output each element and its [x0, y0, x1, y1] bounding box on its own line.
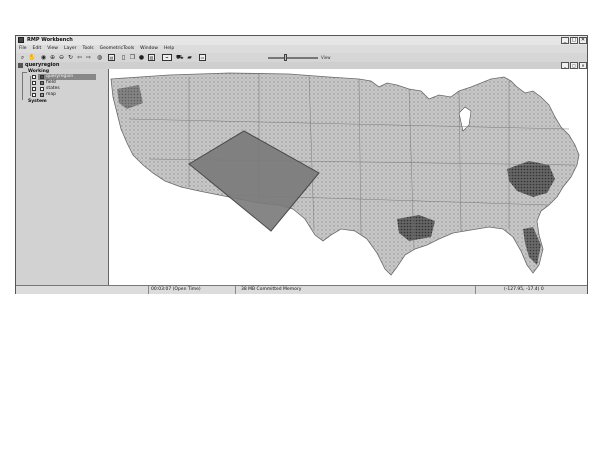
app-icon: [18, 37, 24, 43]
menu-layer[interactable]: Layer: [61, 45, 80, 53]
ruler-icon[interactable]: ═: [162, 54, 172, 61]
magnify-icon[interactable]: ⌕: [19, 54, 26, 61]
window-icon[interactable]: ▭: [199, 54, 206, 61]
layer-swatch: [40, 81, 44, 85]
tree-connector: [30, 76, 31, 96]
layer-swatch: [40, 75, 44, 79]
zoom-slider-thumb[interactable]: [284, 54, 287, 61]
doc-close-button[interactable]: ✕: [579, 62, 587, 69]
globe-icon[interactable]: ◉: [40, 54, 47, 61]
pan-hand-icon[interactable]: ✋: [28, 54, 35, 61]
minimize-button[interactable]: _: [561, 37, 569, 44]
status-coordinates: (-127.95, -17.4) 0: [504, 287, 544, 292]
tree-connector: [22, 72, 27, 73]
info-icon[interactable]: ●: [138, 54, 145, 61]
menu-geometric-tools[interactable]: GeometricTools: [97, 45, 138, 53]
layer-swatch: [40, 93, 44, 97]
document-icon: [18, 63, 23, 68]
stack-icon[interactable]: ▰: [186, 54, 193, 61]
us-map-canvas[interactable]: [109, 69, 587, 285]
tree-node-system[interactable]: System: [28, 99, 47, 105]
layer-checkbox[interactable]: [32, 81, 36, 85]
identify-icon[interactable]: ◍: [96, 54, 103, 61]
back-arrow-icon[interactable]: ⇦: [76, 54, 83, 61]
layer-swatch: [40, 87, 44, 91]
menu-window[interactable]: Window: [137, 45, 161, 53]
save-icon[interactable]: ▤: [108, 54, 115, 61]
app-window: RMP Workbench _ ▢ ✕ File Edit View Layer…: [15, 35, 588, 294]
tree-connector: [22, 72, 23, 100]
zoom-out-icon[interactable]: ⊖: [58, 54, 65, 61]
zoom-slider-track[interactable]: [268, 57, 318, 59]
layer-tree-panel: Working queryregion field states map Sys…: [16, 69, 109, 285]
status-bar: 00:03:07 (Open Time) 38 MB Committed Mem…: [16, 285, 587, 294]
forward-arrow-icon[interactable]: ⇨: [85, 54, 92, 61]
doc-minimize-button[interactable]: _: [561, 62, 569, 69]
close-button[interactable]: ✕: [579, 37, 587, 44]
layer-checkbox[interactable]: [32, 93, 36, 97]
menu-edit[interactable]: Edit: [30, 45, 45, 53]
zoom-in-icon[interactable]: ⊕: [49, 54, 56, 61]
status-empty-cell: [16, 286, 149, 294]
page-icon[interactable]: ▯: [120, 54, 127, 61]
doc-maximize-button[interactable]: ▢: [570, 62, 578, 69]
menu-help[interactable]: Help: [161, 45, 177, 53]
menu-view[interactable]: View: [44, 45, 61, 53]
window-title: RMP Workbench: [27, 37, 73, 43]
layer-checkbox[interactable]: [32, 87, 36, 91]
status-memory: 38 MB Committed Memory: [236, 286, 476, 294]
maximize-button[interactable]: ▢: [570, 37, 578, 44]
layer-checkbox[interactable]: [32, 75, 36, 79]
map-view[interactable]: [109, 69, 587, 285]
image-icon[interactable]: ▨: [148, 54, 155, 61]
menu-file[interactable]: File: [16, 45, 30, 53]
zoom-label: View: [321, 55, 331, 60]
copy-icon[interactable]: ❐: [129, 54, 136, 61]
status-time: 00:03:07 (Open Time): [148, 286, 236, 294]
menu-bar: File Edit View Layer Tools GeometricTool…: [16, 45, 587, 53]
car-icon[interactable]: ⛟: [176, 54, 184, 61]
layer-map[interactable]: map: [46, 92, 56, 98]
document-title: queryregion: [25, 62, 60, 68]
refresh-icon[interactable]: ↻: [67, 54, 74, 61]
menu-tools[interactable]: Tools: [79, 45, 96, 53]
